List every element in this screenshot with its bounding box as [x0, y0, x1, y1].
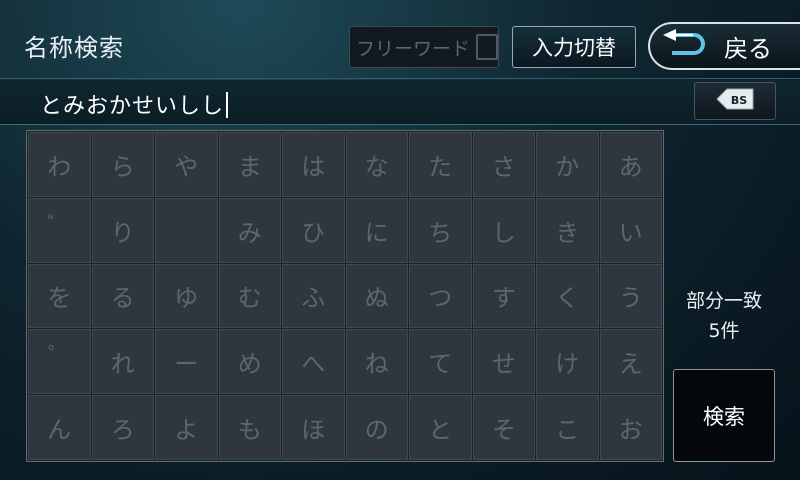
backspace-button[interactable]: BS — [694, 82, 776, 120]
kana-key[interactable]: ぬ — [345, 263, 408, 329]
kana-keyboard: わらやまはなたさかあ " りみひにちしきいをるゆむふぬつすくう ° れーめへねてせけえん… — [26, 130, 664, 462]
kana-key[interactable]: ゆ — [155, 263, 218, 329]
search-input-row[interactable]: とみおかせいしし — [0, 80, 800, 125]
kana-key[interactable]: お — [599, 395, 662, 460]
svg-text:BS: BS — [731, 94, 747, 107]
match-mode: 部分一致 — [685, 290, 762, 312]
kana-key[interactable]: わ — [28, 132, 91, 197]
kana-key[interactable]: た — [409, 132, 472, 197]
kana-key[interactable]: し — [472, 197, 535, 263]
kana-key[interactable]: ー — [155, 329, 218, 395]
free-word-label: フリーワード — [356, 37, 471, 60]
kana-key[interactable]: に — [345, 197, 408, 263]
kana-key[interactable]: け — [536, 329, 599, 395]
kana-key[interactable]: せ — [472, 329, 535, 395]
kana-key[interactable]: な — [345, 132, 408, 197]
checkbox-icon — [476, 34, 498, 60]
back-button[interactable]: 戻る — [648, 22, 800, 70]
kana-key[interactable]: あ — [599, 132, 662, 197]
kana-key[interactable]: ね — [345, 329, 408, 395]
kana-key[interactable]: ほ — [282, 395, 345, 460]
kana-key[interactable]: り — [91, 197, 154, 263]
kana-key[interactable]: よ — [155, 395, 218, 460]
kana-key[interactable]: れ — [91, 329, 154, 395]
kana-key[interactable]: う — [599, 263, 662, 329]
kana-key[interactable]: い — [599, 197, 662, 263]
back-label: 戻る — [724, 34, 772, 63]
kana-key[interactable]: " — [28, 197, 91, 263]
kana-key[interactable]: そ — [472, 395, 535, 460]
free-word-toggle[interactable]: フリーワード — [349, 26, 499, 68]
kana-key[interactable]: つ — [409, 263, 472, 329]
search-button[interactable]: 検索 — [673, 369, 775, 462]
page-title: 名称検索 — [24, 34, 124, 62]
kana-key[interactable]: ん — [28, 395, 91, 460]
text-cursor — [226, 92, 229, 118]
kana-key[interactable]: ま — [218, 132, 281, 197]
kana-key[interactable]: ひ — [282, 197, 345, 263]
kana-key[interactable]: ° — [28, 329, 91, 395]
kana-key[interactable]: え — [599, 329, 662, 395]
kana-key[interactable]: か — [536, 132, 599, 197]
header-divider — [0, 78, 800, 79]
kana-key[interactable]: み — [218, 197, 281, 263]
search-input-text: とみおかせいしし — [40, 88, 229, 120]
kana-key[interactable]: る — [91, 263, 154, 329]
kana-key[interactable]: ら — [91, 132, 154, 197]
kana-key[interactable]: き — [536, 197, 599, 263]
return-arrow-icon — [660, 29, 708, 63]
kana-key[interactable]: こ — [536, 395, 599, 460]
kana-key[interactable]: や — [155, 132, 218, 197]
kana-key[interactable]: ろ — [91, 395, 154, 460]
kana-key[interactable]: の — [345, 395, 408, 460]
kana-key[interactable]: ふ — [282, 263, 345, 329]
kana-key[interactable]: も — [218, 395, 281, 460]
kana-key[interactable]: は — [282, 132, 345, 197]
kana-key[interactable]: へ — [282, 329, 345, 395]
kana-key[interactable]: さ — [472, 132, 535, 197]
kana-key[interactable]: む — [218, 263, 281, 329]
backspace-icon: BS — [715, 86, 755, 116]
kana-key[interactable] — [155, 197, 218, 263]
kana-key[interactable]: す — [472, 263, 535, 329]
kana-key[interactable]: ち — [409, 197, 472, 263]
input-switch-button[interactable]: 入力切替 — [512, 26, 636, 68]
result-count: 5件 — [708, 320, 740, 342]
kana-key[interactable]: て — [409, 329, 472, 395]
kana-key[interactable]: め — [218, 329, 281, 395]
match-info: 部分一致 5件 — [672, 286, 776, 346]
kana-key[interactable]: く — [536, 263, 599, 329]
kana-key[interactable]: を — [28, 263, 91, 329]
kana-key[interactable]: と — [409, 395, 472, 460]
